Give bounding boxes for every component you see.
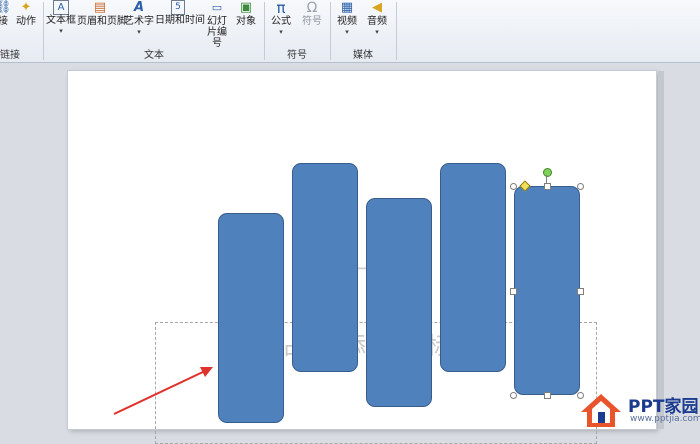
annotation-arrow [113, 367, 213, 415]
watermark-logo: PPT家园 www.pptjia.com [576, 390, 700, 429]
logo-subtitle: www.pptjia.com [630, 414, 700, 424]
house-logo-icon [581, 394, 621, 427]
